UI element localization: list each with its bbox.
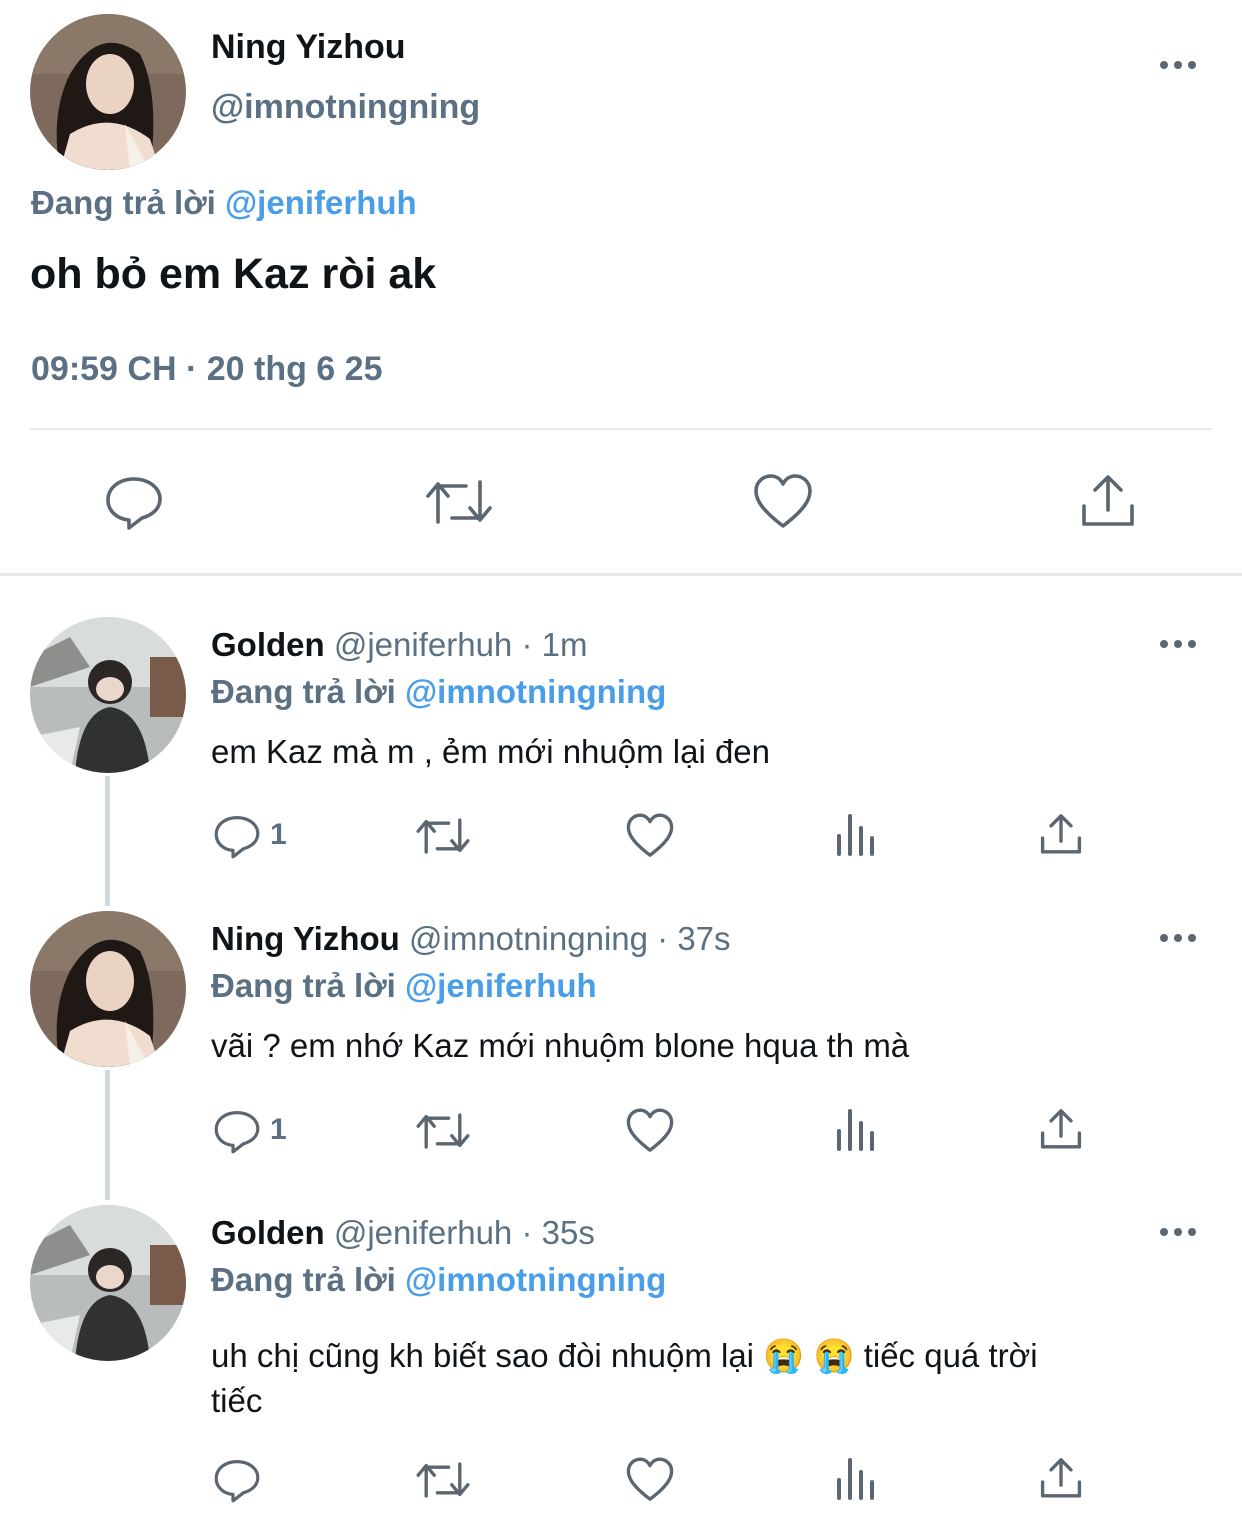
reply-prefix: Đang trả lời	[211, 1261, 396, 1298]
reply-to-link[interactable]: @imnotningning	[405, 1261, 666, 1298]
more-icon[interactable]	[1160, 1226, 1200, 1238]
analytics-icon[interactable]	[834, 1456, 878, 1502]
reply-header: Golden @jeniferhuh · 35s	[211, 1214, 595, 1252]
reply-time[interactable]: · 35s	[521, 1214, 594, 1251]
more-icon[interactable]	[1160, 638, 1200, 650]
reply-to-link[interactable]: @jeniferhuh	[405, 967, 597, 1004]
tweet-timestamp[interactable]: 09:59 CH · 20 thg 6 25	[31, 350, 382, 389]
share-icon[interactable]	[1038, 1456, 1084, 1502]
reply-context: Đang trả lời @jeniferhuh	[31, 184, 417, 222]
avatar-ning[interactable]	[30, 14, 186, 170]
reply-text-line: uh chị cũng kh biết sao đòi nhuộm lại 😭 …	[211, 1337, 1038, 1374]
reply-count: 1	[270, 1113, 287, 1146]
more-icon[interactable]	[1160, 932, 1200, 944]
author-handle[interactable]: @imnotningning	[211, 88, 480, 127]
author-name[interactable]: Golden	[211, 1214, 325, 1251]
author-handle[interactable]: @jeniferhuh	[334, 1214, 512, 1251]
reply-context: Đang trả lời @imnotningning	[211, 1261, 666, 1299]
like-icon[interactable]	[625, 1456, 675, 1504]
reply-header: Ning Yizhou @imnotningning · 37s	[211, 920, 731, 958]
section-divider	[0, 573, 1242, 576]
reply-to-link[interactable]: @jeniferhuh	[225, 184, 417, 221]
reply-header: Golden @jeniferhuh · 1m	[211, 626, 587, 664]
divider	[30, 428, 1212, 430]
reply-to-link[interactable]: @imnotningning	[405, 673, 666, 710]
avatar-golden[interactable]	[30, 617, 186, 773]
reply-icon[interactable]	[104, 472, 164, 532]
share-icon[interactable]	[1038, 1107, 1084, 1153]
reply-prefix: Đang trả lời	[31, 184, 216, 221]
reply-prefix: Đang trả lời	[211, 673, 396, 710]
reply-time[interactable]: · 1m	[521, 626, 587, 663]
retweet-icon[interactable]	[414, 1456, 472, 1504]
analytics-icon[interactable]	[834, 1107, 878, 1153]
retweet-icon[interactable]	[414, 812, 472, 860]
like-icon[interactable]	[752, 472, 814, 532]
reply-text-line: tiếc	[211, 1382, 263, 1419]
reply-icon[interactable]	[213, 1107, 261, 1155]
share-icon[interactable]	[1038, 812, 1084, 858]
avatar-golden[interactable]	[30, 1205, 186, 1361]
thread-line	[105, 776, 110, 906]
reply-time[interactable]: · 37s	[657, 920, 730, 957]
reply-text: vãi ? em nhớ Kaz mới nhuộm blone hqua th…	[211, 1027, 910, 1064]
tweet-text: oh bỏ em Kaz ròi ak	[30, 250, 437, 298]
author-name[interactable]: Golden	[211, 626, 325, 663]
reply-context: Đang trả lời @imnotningning	[211, 673, 666, 711]
reply-icon[interactable]	[213, 812, 261, 860]
author-name[interactable]: Ning Yizhou	[211, 920, 400, 957]
like-icon[interactable]	[625, 1107, 675, 1155]
analytics-icon[interactable]	[834, 812, 878, 858]
retweet-icon[interactable]	[424, 472, 494, 532]
retweet-icon[interactable]	[414, 1107, 472, 1155]
reply-text: uh chị cũng kh biết sao đòi nhuộm lại 😭 …	[211, 1333, 1038, 1423]
avatar-ning[interactable]	[30, 911, 186, 1067]
author-handle[interactable]: @imnotningning	[409, 920, 648, 957]
reply-prefix: Đang trả lời	[211, 967, 396, 1004]
reply-text: em Kaz mà m , ẻm mới nhuộm lại đen	[211, 733, 771, 770]
reply-count: 1	[270, 818, 287, 851]
author-name[interactable]: Ning Yizhou	[211, 28, 406, 67]
author-handle[interactable]: @jeniferhuh	[334, 626, 512, 663]
reply-context: Đang trả lời @jeniferhuh	[211, 967, 597, 1005]
share-icon[interactable]	[1078, 472, 1138, 532]
more-icon[interactable]	[1160, 59, 1200, 71]
thread-line	[105, 1070, 110, 1200]
reply-icon[interactable]	[213, 1456, 261, 1504]
like-icon[interactable]	[625, 812, 675, 860]
